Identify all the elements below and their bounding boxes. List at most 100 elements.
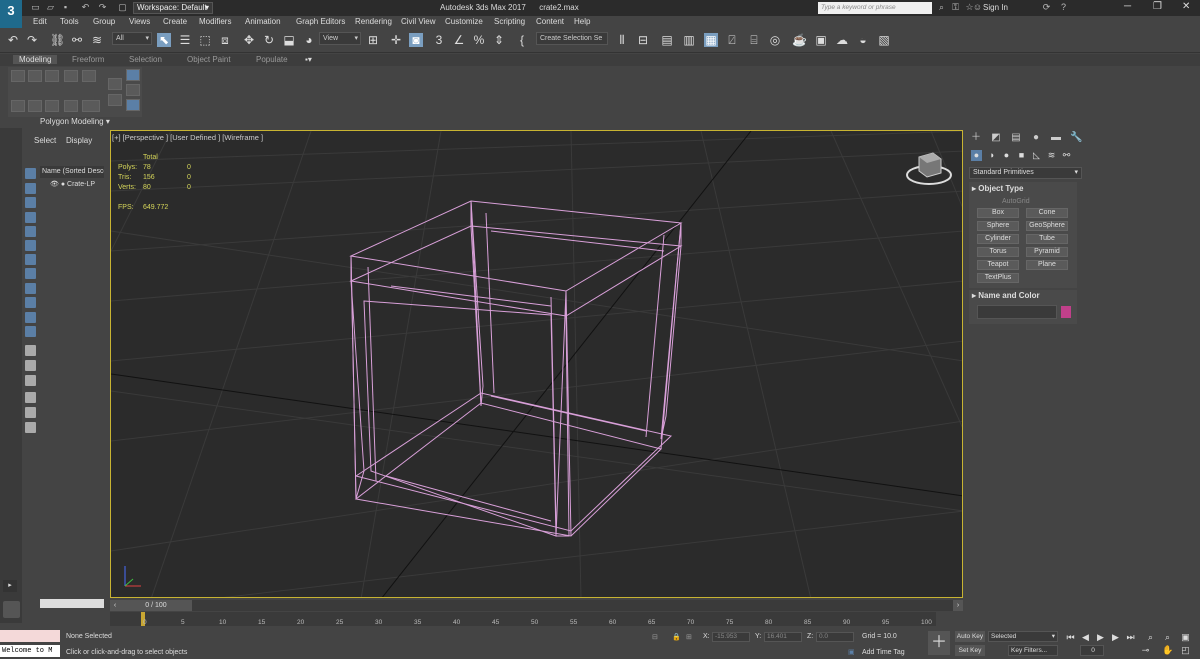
pivot-center-icon[interactable]: ⊞ <box>366 33 380 47</box>
ribbon-tool-button[interactable] <box>64 70 78 82</box>
select-object-icon[interactable]: ⬉ <box>157 33 171 47</box>
object-name-field[interactable] <box>977 305 1057 319</box>
unlink-icon[interactable]: ⚯ <box>70 33 84 47</box>
selection-lock-icon[interactable]: 🔒 <box>672 633 681 641</box>
help-icon[interactable]: ? <box>1058 2 1069 13</box>
tab-freeform[interactable]: Freeform <box>72 55 104 64</box>
subscription-icon[interactable]: ⚿ <box>950 2 961 13</box>
current-frame-field[interactable]: 0 <box>1080 645 1104 656</box>
render-production-icon[interactable]: ☁ <box>835 33 849 47</box>
maximize-icon[interactable]: ❐ <box>1153 1 1162 12</box>
place-icon[interactable]: ◕ <box>302 33 316 47</box>
containers-filter-icon[interactable] <box>25 312 36 323</box>
tab-selection[interactable]: Selection <box>129 55 162 64</box>
menu-animation[interactable]: Animation <box>245 17 281 26</box>
sphere-button[interactable]: Sphere <box>977 221 1019 231</box>
ribbon-tool-button[interactable] <box>45 70 59 82</box>
viewport-label-menu[interactable]: [+] [Perspective ] [User Defined ] [Wire… <box>112 133 263 142</box>
frozen-filter-icon[interactable] <box>25 326 36 337</box>
named-selection-dropdown[interactable]: Create Selection Se <box>536 32 608 45</box>
ribbon-tool-button[interactable] <box>64 100 78 112</box>
ribbon-options-icon[interactable]: ▪▾ <box>305 55 312 64</box>
set-key-button[interactable]: Set Key <box>955 645 985 656</box>
explorer-row[interactable]: 👁 ● Crate-LP <box>50 180 95 188</box>
shapes-filter-icon[interactable] <box>25 197 36 208</box>
tab-modeling[interactable]: Modeling <box>13 55 58 64</box>
hierarchy-tab-icon[interactable]: ▤ <box>1010 132 1022 144</box>
absolute-mode-icon[interactable]: ⊞ <box>686 633 692 641</box>
utilities-tab-icon[interactable]: 🔧 <box>1070 132 1082 144</box>
menu-graph-editors[interactable]: Graph Editors <box>296 17 345 26</box>
ribbon-tool-button[interactable] <box>126 84 140 96</box>
layer-icon[interactable] <box>25 360 36 371</box>
key-mode-toggle-icon[interactable]: ⊸ <box>1140 645 1151 656</box>
bind-space-warp-icon[interactable]: ≋ <box>90 33 104 47</box>
new-file-icon[interactable]: ▭ <box>30 2 41 13</box>
lights-category-icon[interactable]: ● <box>1001 150 1012 161</box>
name-color-title[interactable]: ▸ Name and Color <box>972 291 1040 300</box>
create-tab-icon[interactable]: ＋ <box>970 132 982 144</box>
menu-create[interactable]: Create <box>163 17 187 26</box>
tab-populate[interactable]: Populate <box>256 55 288 64</box>
bones-filter-icon[interactable] <box>25 297 36 308</box>
scale-icon[interactable]: ⬓ <box>282 33 296 47</box>
layer-explorer-icon[interactable]: ▥ <box>682 33 696 47</box>
object-color-swatch[interactable] <box>1061 306 1071 318</box>
schematic-view-icon[interactable]: ⌸ <box>747 33 761 47</box>
ribbon-tool-button[interactable] <box>45 100 59 112</box>
perspective-viewport[interactable] <box>110 130 963 598</box>
reference-coordinate-dropdown[interactable]: View ▾ <box>319 32 361 45</box>
viewport-layout-tab[interactable] <box>3 601 20 618</box>
add-time-tag-button[interactable]: Add Time Tag <box>862 649 905 656</box>
window-crossing-icon[interactable]: ⧈ <box>218 33 232 47</box>
angle-snap-icon[interactable]: ∠ <box>452 33 466 47</box>
geometry-category-icon[interactable]: ● <box>971 150 982 161</box>
project-folder-icon[interactable]: ▢ <box>117 2 128 13</box>
undo-icon[interactable]: ↶ <box>80 2 91 13</box>
curve-editor-icon[interactable]: ⍁ <box>725 33 739 47</box>
ribbon-tool-button[interactable] <box>126 69 140 81</box>
lights-filter-icon[interactable] <box>25 212 36 223</box>
sort-icon[interactable] <box>25 345 36 356</box>
cylinder-button[interactable]: Cylinder <box>977 234 1019 244</box>
time-slider-track[interactable] <box>110 600 963 611</box>
xrefs-filter-icon[interactable] <box>25 283 36 294</box>
cameras-category-icon[interactable]: ■ <box>1016 150 1027 161</box>
tab-object-paint[interactable]: Object Paint <box>187 55 231 64</box>
close-icon[interactable]: ✕ <box>1182 1 1190 12</box>
y-coordinate-field[interactable]: 16.401 <box>764 632 802 642</box>
auto-key-button[interactable]: Auto Key <box>955 631 985 642</box>
ribbon-tool-button[interactable] <box>28 100 42 112</box>
align-icon[interactable]: ⊟ <box>636 33 650 47</box>
ribbon-tool-button[interactable] <box>82 100 100 112</box>
workspace-dropdown[interactable]: Workspace: Default ▾ <box>133 2 213 14</box>
selection-filter-dropdown[interactable]: All ▾ <box>112 32 152 45</box>
selection-set-icon[interactable] <box>25 422 36 433</box>
ribbon-tool-button[interactable] <box>126 99 140 111</box>
previous-frame-icon[interactable]: ◀ <box>1080 632 1091 643</box>
next-frame-icon[interactable]: ▶ <box>1110 632 1121 643</box>
edit-named-selection-icon[interactable]: { <box>515 33 529 47</box>
zoom-extents-icon[interactable]: ▣ <box>1180 632 1191 643</box>
modify-tab-icon[interactable]: ◩ <box>990 132 1002 144</box>
keyboard-shortcut-override-icon[interactable]: ◙ <box>409 33 423 47</box>
exchange-icon[interactable]: ⟳ <box>1041 2 1052 13</box>
time-next-arrow-icon[interactable]: › <box>953 600 963 611</box>
x-coordinate-field[interactable]: -15.953 <box>712 632 750 642</box>
menu-group[interactable]: Group <box>93 17 115 26</box>
cone-button[interactable]: Cone <box>1026 208 1068 218</box>
zoom-all-icon[interactable]: ⌕ <box>1162 632 1173 643</box>
rectangular-selection-icon[interactable]: ⬚ <box>198 33 212 47</box>
teapot-button[interactable]: Teapot <box>977 260 1019 270</box>
go-to-end-icon[interactable]: ⏭ <box>1125 632 1136 643</box>
helpers-filter-icon[interactable] <box>25 240 36 251</box>
spinner-snap-icon[interactable]: ⇕ <box>492 33 506 47</box>
explorer-tab-display[interactable]: Display <box>66 136 92 145</box>
menu-edit[interactable]: Edit <box>33 17 47 26</box>
redo-icon[interactable]: ↷ <box>25 33 39 47</box>
add-time-tag-icon[interactable]: ▣ <box>848 648 855 656</box>
groups-filter-icon[interactable] <box>25 268 36 279</box>
visibility-eye-icon[interactable]: 👁 <box>50 181 59 188</box>
mirror-icon[interactable]: ⫴ <box>615 33 629 47</box>
ribbon-tool-button[interactable] <box>11 70 25 82</box>
